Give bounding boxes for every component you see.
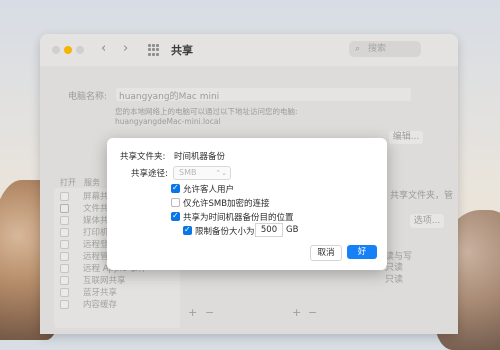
- title-bar: ‹ › 共享 ⌕ 搜索: [40, 34, 458, 66]
- service-checkbox[interactable]: [60, 216, 69, 225]
- address-info-line1: 您的本地网络上的电脑可以通过以下地址访问您的电脑:: [115, 107, 298, 116]
- service-checkbox[interactable]: [60, 276, 69, 285]
- service-row[interactable]: 内容缓存: [54, 298, 180, 310]
- backup-size-input[interactable]: 500: [255, 223, 283, 237]
- share-path-select[interactable]: SMB ⌃⌄: [173, 166, 231, 180]
- up-down-arrows-icon: ⌃⌄: [215, 169, 227, 177]
- service-checkbox[interactable]: [60, 288, 69, 297]
- service-checkbox[interactable]: [60, 204, 69, 213]
- column-on-header: 打开: [60, 178, 76, 187]
- computer-name-field[interactable]: huangyang的Mac mini: [116, 88, 411, 102]
- show-all-grid-icon[interactable]: [148, 44, 160, 56]
- share-path-value: SMB: [179, 168, 197, 177]
- zoom-button[interactable]: [76, 46, 84, 54]
- cancel-button[interactable]: 取消: [310, 245, 342, 261]
- close-button[interactable]: [52, 46, 60, 54]
- add-folder-button[interactable]: +: [188, 306, 197, 319]
- address-info-line2: huangyangdeMac-mini.local: [115, 117, 221, 126]
- shared-folder-value: 时间机器备份: [174, 152, 226, 162]
- smb-encryption-checkbox[interactable]: [171, 198, 180, 207]
- service-row[interactable]: 互联网共享: [54, 274, 180, 286]
- service-checkbox[interactable]: [60, 240, 69, 249]
- search-icon: ⌕: [355, 44, 361, 54]
- minimize-button[interactable]: [64, 46, 72, 54]
- permission-value: 只读: [385, 275, 404, 285]
- options-button[interactable]: 选项...: [410, 214, 444, 228]
- time-machine-destination-label: 共享为时间机器备份目的位置: [183, 213, 294, 223]
- remove-folder-button[interactable]: −: [205, 306, 214, 319]
- service-checkbox[interactable]: [60, 252, 69, 261]
- service-checkbox[interactable]: [60, 264, 69, 273]
- share-path-label: 共享途径:: [131, 169, 168, 179]
- size-unit-label: GB: [286, 225, 299, 235]
- smb-encryption-label: 仅允许SMB加密的连接: [183, 199, 270, 209]
- time-machine-destination-checkbox[interactable]: [171, 211, 180, 221]
- shared-folder-options-sheet: 共享文件夹: 时间机器备份 共享途径: SMB ⌃⌄ 允许客人用户 仅允许SMB…: [107, 138, 387, 270]
- allow-guest-label: 允许客人用户: [183, 185, 235, 195]
- window-title: 共享: [171, 44, 193, 57]
- remove-user-button[interactable]: −: [308, 306, 317, 319]
- computer-name-value: huangyang的Mac mini: [119, 92, 220, 102]
- shared-folder-label: 共享文件夹:: [120, 152, 166, 162]
- search-placeholder: 搜索: [368, 44, 387, 54]
- edit-button[interactable]: 编辑...: [389, 131, 423, 144]
- allow-guest-checkbox[interactable]: [171, 183, 180, 193]
- column-service-header: 服务: [84, 178, 100, 187]
- add-user-button[interactable]: +: [292, 306, 301, 319]
- limit-size-label: 限制备份大小为: [195, 227, 255, 237]
- service-row[interactable]: 蓝牙共享: [54, 286, 180, 298]
- computer-name-label: 电脑名称:: [68, 92, 108, 102]
- search-field[interactable]: ⌕ 搜索: [349, 41, 421, 57]
- ok-button[interactable]: 好: [347, 245, 377, 259]
- back-arrow-icon[interactable]: ‹: [101, 41, 106, 56]
- service-checkbox[interactable]: [60, 192, 69, 201]
- service-checkbox[interactable]: [60, 228, 69, 237]
- service-description: 共享文件夹，管: [390, 191, 454, 201]
- forward-arrow-icon[interactable]: ›: [123, 41, 128, 56]
- service-checkbox[interactable]: [60, 300, 69, 309]
- limit-size-checkbox[interactable]: [183, 225, 192, 235]
